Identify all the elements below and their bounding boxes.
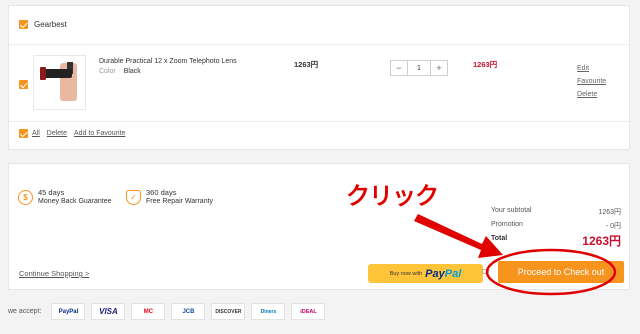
divider bbox=[9, 121, 629, 122]
lens-image bbox=[42, 69, 72, 78]
money-back-guarantee: $ 45 days Money Back Guarantee bbox=[18, 188, 112, 206]
or-separator: Or bbox=[482, 269, 490, 276]
store-row: Gearbest bbox=[19, 20, 67, 29]
warranty-title: 360 days bbox=[146, 188, 177, 197]
select-all-link[interactable]: All bbox=[32, 130, 40, 137]
payment-methods: we accept: PayPal VISA MC JCB DISCOVER D… bbox=[8, 303, 326, 320]
color-value: Black bbox=[123, 68, 141, 75]
click-annotation-text: クリック bbox=[346, 182, 439, 210]
visa-logo: VISA bbox=[91, 303, 126, 320]
delete-link[interactable]: Delete bbox=[577, 88, 606, 101]
divider bbox=[9, 44, 629, 45]
dollar-icon: $ bbox=[18, 189, 33, 205]
line-total: 1263円 bbox=[473, 60, 498, 69]
guarantee-title: 45 days bbox=[38, 188, 65, 197]
cart-panel: Gearbest Durable Practical 12 x Zoom Tel… bbox=[8, 5, 630, 150]
product-title[interactable]: Durable Practical 12 x Zoom Telephoto Le… bbox=[99, 58, 237, 65]
proceed-to-checkout-button[interactable]: Proceed to Check out bbox=[498, 261, 624, 283]
favourite-link[interactable]: Favourite bbox=[577, 75, 606, 88]
store-checkbox[interactable] bbox=[19, 20, 28, 29]
paypal-logo: PayPal bbox=[51, 303, 86, 320]
paypal-logo-pay: Pay bbox=[425, 267, 445, 280]
paypal-checkout-button[interactable]: Buy now with Pay Pal bbox=[368, 264, 483, 283]
mastercard-logo: MC bbox=[131, 303, 166, 320]
warranty-subtitle: Free Repair Warranty bbox=[146, 198, 214, 205]
store-name: Gearbest bbox=[34, 20, 67, 29]
item-checkbox[interactable] bbox=[19, 80, 28, 89]
edit-link[interactable]: Edit bbox=[577, 62, 606, 75]
promotion-label: Promotion bbox=[491, 221, 523, 228]
we-accept-label: we accept: bbox=[8, 308, 42, 315]
paypal-prefix: Buy now with bbox=[389, 270, 423, 277]
total-label: Total bbox=[491, 235, 508, 242]
quantity-input[interactable]: 1 bbox=[407, 61, 431, 75]
subtotal-row: Your subtotal 1263円 bbox=[491, 207, 621, 221]
product-thumbnail[interactable] bbox=[33, 55, 86, 110]
increase-button[interactable]: + bbox=[431, 61, 447, 75]
product-color: Color Black bbox=[99, 68, 141, 75]
guarantee-subtitle: Money Back Guarantee bbox=[38, 198, 112, 205]
paypal-logo-pal: Pal bbox=[444, 267, 462, 280]
diners-logo: Diners bbox=[251, 303, 286, 320]
warranty-text: 360 days Free Repair Warranty bbox=[146, 188, 213, 206]
jcb-logo: JCB bbox=[171, 303, 206, 320]
add-to-favourite-link[interactable]: Add to Favourite bbox=[74, 130, 125, 137]
quantity-stepper: − 1 + bbox=[390, 60, 448, 76]
checkout-panel: $ 45 days Money Back Guarantee ✓ 360 day… bbox=[8, 163, 630, 290]
cart-bottom-bar: All Delete Add to Favourite bbox=[19, 129, 125, 138]
subtotal-value: 1263円 bbox=[598, 209, 621, 216]
total-value: 1263円 bbox=[582, 234, 621, 248]
color-label: Color bbox=[99, 68, 116, 75]
decrease-button[interactable]: − bbox=[391, 61, 407, 75]
select-all-checkbox[interactable] bbox=[19, 129, 28, 138]
unit-price: 1263円 bbox=[294, 60, 319, 69]
delete-selected-link[interactable]: Delete bbox=[47, 130, 67, 137]
total-row: Total 1263円 bbox=[491, 234, 621, 249]
repair-warranty: ✓ 360 days Free Repair Warranty bbox=[126, 188, 213, 206]
guarantee-text: 45 days Money Back Guarantee bbox=[38, 188, 112, 206]
order-summary: Your subtotal 1263円 Promotion - 0円 Total… bbox=[491, 207, 621, 249]
ideal-logo: iDEAL bbox=[291, 303, 326, 320]
discover-logo: DISCOVER bbox=[211, 303, 246, 320]
lens-ring-image bbox=[40, 67, 46, 80]
item-actions: Edit Favourite Delete bbox=[577, 62, 606, 101]
shield-icon: ✓ bbox=[126, 189, 141, 205]
subtotal-label: Your subtotal bbox=[491, 207, 532, 214]
continue-shopping-link[interactable]: Continue Shopping > bbox=[19, 269, 89, 278]
